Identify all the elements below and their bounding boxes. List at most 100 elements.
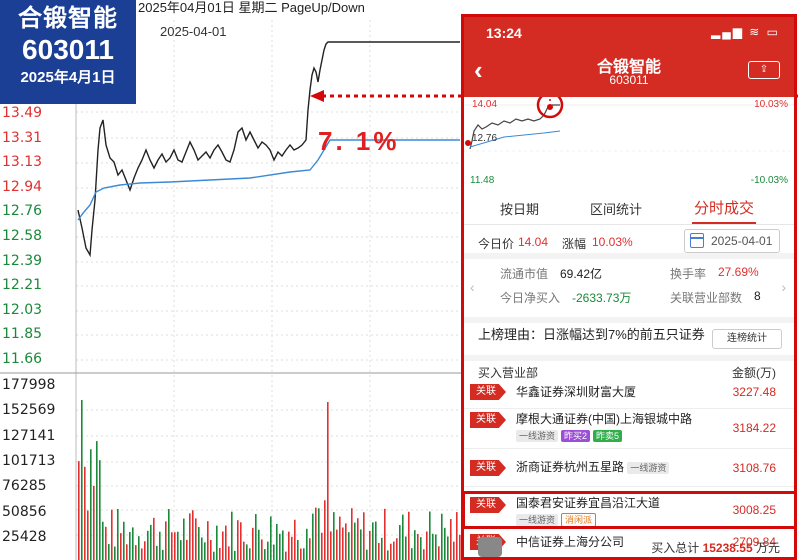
volume-bar (339, 516, 341, 560)
mini-high-pct: 10.03% (754, 99, 788, 110)
volume-bar (102, 521, 104, 560)
price-label: 今日价 (478, 237, 515, 251)
price-axis-label: 12.58 (2, 228, 43, 244)
branch-amount: 3108.76 (732, 461, 776, 475)
volume-bar (390, 543, 392, 560)
volume-bar (126, 544, 128, 560)
volume-bar (312, 513, 314, 560)
related-tag: 关联 (470, 412, 506, 428)
volume-bar (132, 527, 134, 560)
volume-bar (156, 545, 158, 560)
volume-bar (423, 549, 425, 560)
volume-bar (201, 537, 203, 560)
volume-axis-label: 152569 (2, 402, 56, 419)
price-axis-label: 12.76 (2, 203, 43, 220)
volume-axis-label: 25428 (2, 528, 47, 545)
volume-bar (258, 529, 260, 560)
volume-bar (306, 528, 308, 560)
volume-bar (309, 538, 311, 560)
volume-bar (330, 531, 332, 560)
volume-bar (150, 524, 152, 560)
dept-count-value: 8 (754, 289, 761, 303)
branch-name-text: 浙商证券杭州五星路 (516, 460, 625, 474)
volume-bar (183, 518, 185, 560)
volume-bar (123, 521, 125, 560)
tab-intraday-trades[interactable]: 分时成交 (694, 197, 754, 218)
tab-underline (692, 222, 756, 224)
volume-axis-label: 101713 (2, 452, 56, 469)
volume-bar (267, 541, 269, 560)
volume-bar (78, 461, 80, 560)
share-icon[interactable]: ⇪ (748, 61, 780, 79)
volume-bar (318, 508, 320, 560)
volume-bar (261, 539, 263, 560)
float-cap-value: 69.42亿 (560, 267, 603, 281)
volume-bar (144, 541, 146, 560)
mini-open-price: 12.76 (472, 133, 498, 144)
volume-bar (399, 525, 401, 560)
status-bar: 13:24 ▂▄▆ ≋ ▭ (464, 17, 794, 47)
buy-total-value: 15238.55 (702, 541, 753, 555)
volume-bar (375, 521, 377, 560)
change-label: 涨幅 (562, 237, 587, 251)
branch-name: 华鑫证券深圳财富大厦 (516, 385, 637, 399)
chevron-right-icon[interactable]: › (781, 279, 786, 295)
price-axis-label: 11.66 (2, 351, 43, 367)
tab-range-stats[interactable]: 区间统计 (590, 199, 642, 218)
volume-bar (243, 541, 245, 560)
chip: 一线游资 (627, 462, 670, 474)
price-axis-label: 11.85 (2, 326, 43, 343)
price-axis-label: 12.39 (2, 252, 43, 269)
volume-bar (441, 513, 443, 560)
row-highlight (464, 491, 794, 529)
chip: 昨买2 (561, 430, 591, 442)
signal-wifi-battery-icon: ▂▄▆ ≋ ▭ (710, 25, 780, 39)
volume-bar (300, 548, 302, 560)
turnover-value: 27.69% (718, 265, 759, 279)
volume-bar (348, 532, 350, 560)
volume-bar (435, 534, 437, 560)
volume-bar (366, 549, 368, 560)
volume-bar (396, 538, 398, 560)
chevron-left-icon[interactable]: ‹ (470, 279, 475, 295)
buy-total-label: 买入总计 (651, 541, 700, 555)
volume-bar (381, 537, 383, 560)
reason-text: 上榜理由：日涨幅达到7%的前五只证券 (478, 327, 705, 342)
price-axis-label: 12.94 (2, 178, 43, 195)
list-item[interactable]: 关联 浙商证券杭州五星路 一线游资 3108.76 (464, 449, 794, 487)
volume-bar (285, 551, 287, 560)
volume-bar (222, 531, 224, 560)
volume-bar (204, 542, 206, 560)
date-picker[interactable]: 2025-04-01 (684, 229, 780, 253)
volume-bar (273, 544, 275, 560)
listing-reason: 上榜理由：日涨幅达到7%的前五只证券 连榜统计 (464, 317, 794, 355)
percent-annotation: 7. 1% (318, 126, 400, 156)
volume-bar (342, 527, 344, 560)
volume-bar (252, 527, 254, 560)
mini-chart-svg (464, 91, 794, 152)
volume-bar (162, 549, 164, 560)
volume-bar (333, 512, 335, 560)
volume-bar (369, 530, 371, 560)
volume-axis-label: 127141 (2, 427, 56, 444)
volume-bar (114, 546, 116, 560)
volume-bar (336, 529, 338, 560)
tab-by-date[interactable]: 按日期 (500, 199, 539, 218)
footer: 买入总计 15238.55 万元 (464, 535, 794, 557)
volume-bar (288, 531, 290, 560)
volume-bar (93, 485, 95, 560)
consecutive-stats-button[interactable]: 连榜统计 (712, 329, 782, 349)
volume-bar (174, 532, 176, 560)
volume-bar (453, 541, 455, 560)
stock-code: 603011 (22, 34, 114, 65)
badge-date: 2025年4月1日 (20, 69, 116, 86)
list-item[interactable]: 关联 华鑫证券深圳财富大厦 3227.48 (464, 375, 794, 409)
volume-bar (246, 544, 248, 560)
share-out-icon[interactable] (478, 537, 502, 557)
volume-bar (108, 544, 110, 560)
stock-badge: 合锻智能 603011 2025年4月1日 (0, 0, 136, 104)
list-item[interactable]: 关联 摩根大通证券(中国)上海银城中路 一线游资 昨买2 昨卖5 3184.22 (464, 409, 794, 449)
status-time: 13:24 (486, 25, 522, 41)
volume-bar (213, 551, 215, 560)
volume-bar (405, 536, 407, 560)
